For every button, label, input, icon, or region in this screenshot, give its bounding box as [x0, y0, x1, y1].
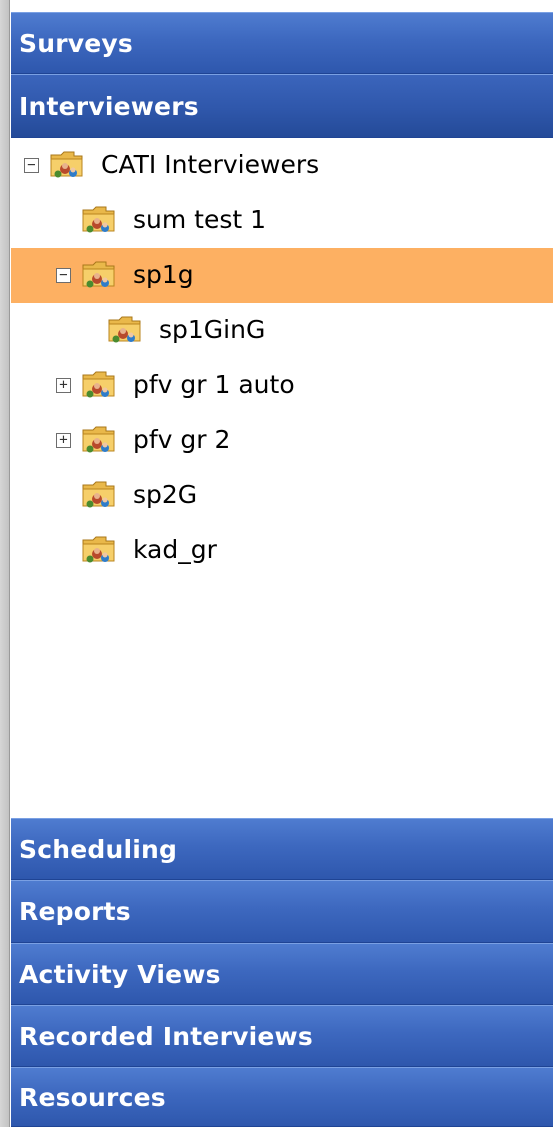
group-folder-icon	[108, 316, 141, 343]
tree-node-label: sp1g	[133, 260, 194, 289]
tree-node-kad-gr[interactable]: kad_gr	[11, 523, 553, 578]
group-folder-icon	[82, 481, 115, 508]
panel-header-recorded-interviews-label: Recorded Interviews	[19, 1021, 313, 1051]
tree-node-label: CATI Interviewers	[101, 150, 320, 179]
panel-header-scheduling[interactable]: Scheduling	[11, 818, 553, 880]
navigation-panel: Surveys Interviewers − CATI Interviewers	[0, 0, 553, 1127]
tree-node-label: kad_gr	[133, 535, 217, 564]
panel-header-scheduling-label: Scheduling	[19, 834, 178, 864]
panel-header-recorded-interviews[interactable]: Recorded Interviews	[11, 1005, 553, 1067]
group-folder-icon	[82, 206, 115, 233]
panel-header-resources[interactable]: Resources	[11, 1067, 553, 1127]
expand-toggle[interactable]: +	[56, 378, 71, 393]
panel-header-reports-label: Reports	[19, 897, 131, 926]
panel-header-surveys[interactable]: Surveys	[11, 12, 553, 74]
tree-node-label: sp2G	[133, 480, 198, 509]
tree-node-label: pfv gr 2	[133, 425, 231, 454]
panel-header-activity-views-label: Activity Views	[19, 959, 221, 989]
tree-node-sp2g[interactable]: sp2G	[11, 468, 553, 523]
group-folder-icon	[82, 536, 115, 563]
tree-node-pfv-gr-1-auto[interactable]: + pfv gr 1 auto	[11, 358, 553, 413]
expand-toggle[interactable]: +	[56, 433, 71, 448]
group-folder-icon	[82, 261, 115, 288]
tree-node-sp1g[interactable]: − sp1g	[11, 248, 553, 303]
collapse-toggle[interactable]: −	[56, 268, 71, 283]
tree-node-sp1ging[interactable]: sp1GinG	[11, 303, 553, 358]
tree-node-pfv-gr-2[interactable]: + pfv gr 2	[11, 413, 553, 468]
tree-node-sum-test-1[interactable]: sum test 1	[11, 193, 553, 248]
panel-header-interviewers-label: Interviewers	[19, 91, 199, 121]
panel-header-activity-views[interactable]: Activity Views	[11, 943, 553, 1005]
tree-node-label: sum test 1	[133, 205, 267, 234]
interviewers-tree: − CATI Interviewers sum test 1 − sp1g sp…	[11, 138, 553, 818]
collapse-toggle[interactable]: −	[24, 158, 39, 173]
tree-node-label: sp1GinG	[159, 315, 266, 344]
tree-node-label: pfv gr 1 auto	[133, 370, 295, 399]
panel-header-resources-label: Resources	[19, 1082, 166, 1112]
panel-header-interviewers[interactable]: Interviewers	[11, 74, 553, 138]
panel-header-reports[interactable]: Reports	[11, 880, 553, 943]
left-border	[0, 0, 10, 1127]
group-folder-icon	[82, 371, 115, 398]
group-folder-icon	[82, 426, 115, 453]
tree-node-cati-interviewers[interactable]: − CATI Interviewers	[11, 138, 553, 193]
group-folder-icon	[50, 151, 83, 178]
panel-header-surveys-label: Surveys	[19, 28, 133, 58]
